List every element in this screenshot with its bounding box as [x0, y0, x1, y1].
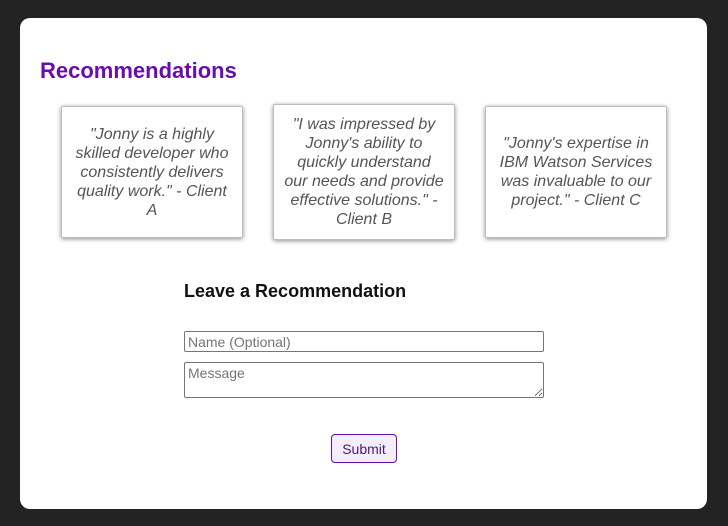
recommendation-card-client-c: "Jonny's expertise in IBM Watson Service… — [485, 106, 667, 238]
recommendation-text: "Jonny is a highly skilled developer who… — [75, 125, 229, 219]
recommendation-card-client-b: "I was impressed by Jonny's ability to q… — [273, 104, 455, 240]
recommendations-title: Recommendations — [40, 58, 237, 83]
recommendation-text: "Jonny's expertise in IBM Watson Service… — [499, 135, 653, 209]
recommendation-text: "I was impressed by Jonny's ability to q… — [284, 116, 444, 228]
recommendation-card-client-a: "Jonny is a highly skilled developer who… — [61, 106, 243, 238]
leave-recommendation-title: Leave a Recommendation — [184, 281, 407, 301]
recommendations-card: Recommendations "Jonny is a highly skill… — [20, 18, 707, 509]
submit-button[interactable]: Submit — [331, 434, 397, 463]
message-textarea[interactable] — [184, 362, 544, 398]
name-input[interactable] — [184, 331, 544, 352]
